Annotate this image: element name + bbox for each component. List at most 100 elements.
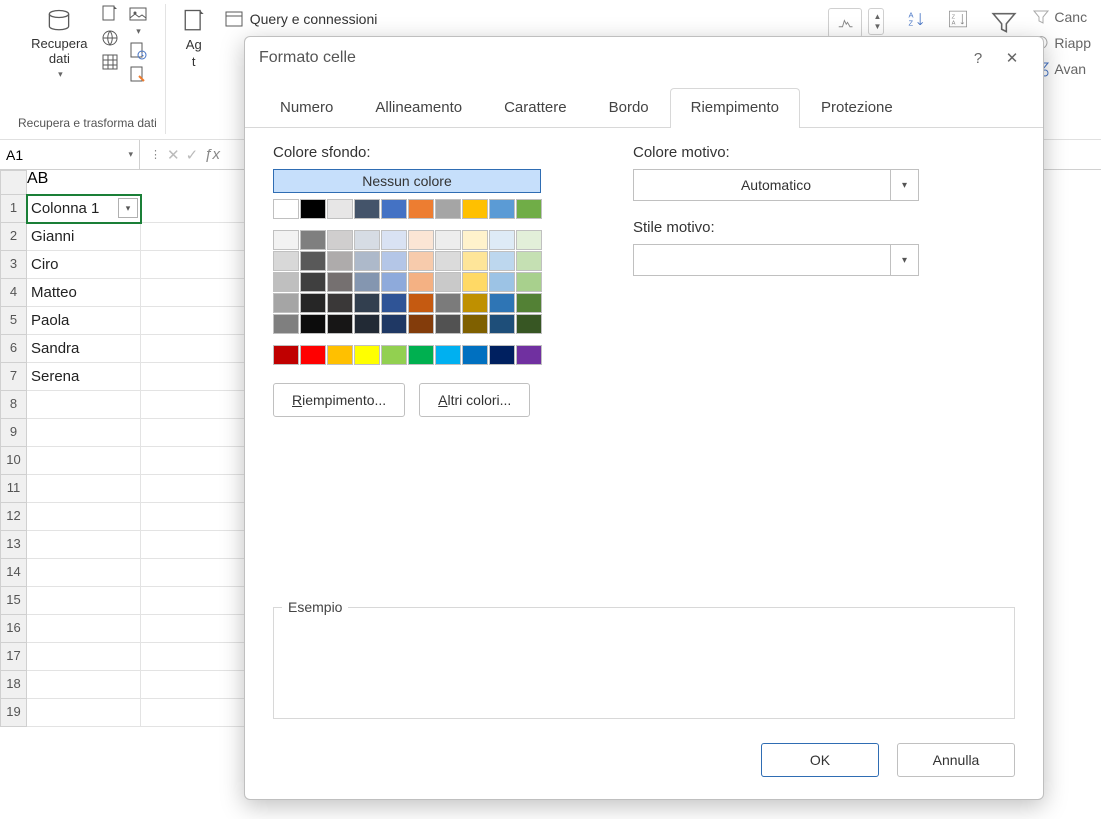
color-swatch[interactable] bbox=[408, 293, 434, 313]
from-picture-button[interactable]: ▾ bbox=[126, 4, 150, 37]
row-header[interactable]: 4 bbox=[0, 279, 27, 307]
color-swatch[interactable] bbox=[462, 345, 488, 365]
cell[interactable] bbox=[141, 195, 255, 223]
color-swatch[interactable] bbox=[327, 345, 353, 365]
recent-sources-button[interactable] bbox=[126, 41, 150, 61]
color-swatch[interactable] bbox=[354, 251, 380, 271]
refresh-all-button[interactable]: Ag t bbox=[174, 4, 214, 72]
color-swatch[interactable] bbox=[327, 230, 353, 250]
row-header[interactable]: 9 bbox=[0, 419, 27, 447]
get-data-button[interactable]: Recupera dati ▾ bbox=[25, 4, 93, 83]
cell[interactable] bbox=[27, 643, 141, 671]
color-swatch[interactable] bbox=[354, 345, 380, 365]
color-swatch[interactable] bbox=[435, 230, 461, 250]
cell[interactable] bbox=[141, 615, 255, 643]
row-header[interactable]: 2 bbox=[0, 223, 27, 251]
color-swatch[interactable] bbox=[516, 199, 542, 219]
color-swatch[interactable] bbox=[489, 345, 515, 365]
cell[interactable] bbox=[141, 363, 255, 391]
chevron-up-icon[interactable]: ▲ bbox=[873, 12, 881, 21]
color-swatch[interactable] bbox=[354, 293, 380, 313]
color-swatch[interactable] bbox=[462, 314, 488, 334]
cell[interactable] bbox=[141, 279, 255, 307]
color-swatch[interactable] bbox=[435, 199, 461, 219]
dialog-tab-numero[interactable]: Numero bbox=[259, 88, 354, 128]
cell[interactable] bbox=[141, 223, 255, 251]
filter-button[interactable] bbox=[984, 6, 1024, 40]
fx-button[interactable]: ƒx bbox=[204, 146, 220, 163]
color-swatch[interactable] bbox=[273, 293, 299, 313]
cell[interactable] bbox=[141, 699, 255, 727]
color-swatch[interactable] bbox=[462, 199, 488, 219]
cell[interactable] bbox=[141, 307, 255, 335]
from-table-button[interactable] bbox=[98, 52, 122, 72]
color-swatch[interactable] bbox=[273, 230, 299, 250]
dialog-tab-riempimento[interactable]: Riempimento bbox=[670, 88, 800, 128]
cell[interactable]: Matteo bbox=[27, 279, 141, 307]
row-header[interactable]: 19 bbox=[0, 699, 27, 727]
cell[interactable] bbox=[141, 587, 255, 615]
color-swatch[interactable] bbox=[381, 314, 407, 334]
color-swatch[interactable] bbox=[327, 314, 353, 334]
close-button[interactable]: ✕ bbox=[995, 43, 1029, 73]
row-header[interactable]: 13 bbox=[0, 531, 27, 559]
color-swatch[interactable] bbox=[273, 199, 299, 219]
column-header[interactable]: A bbox=[27, 170, 38, 195]
cell[interactable]: Colonna 1▾ bbox=[27, 195, 141, 223]
color-swatch[interactable] bbox=[408, 314, 434, 334]
cell[interactable] bbox=[27, 391, 141, 419]
row-header[interactable]: 14 bbox=[0, 559, 27, 587]
row-header[interactable]: 1 bbox=[0, 195, 27, 223]
ok-button[interactable]: OK bbox=[761, 743, 879, 777]
color-swatch[interactable] bbox=[327, 293, 353, 313]
color-swatch[interactable] bbox=[327, 199, 353, 219]
filter-dropdown-button[interactable]: ▾ bbox=[118, 198, 138, 218]
cell[interactable] bbox=[141, 559, 255, 587]
color-swatch[interactable] bbox=[273, 251, 299, 271]
row-header[interactable]: 16 bbox=[0, 615, 27, 643]
from-text-button[interactable] bbox=[98, 4, 122, 24]
column-header[interactable]: B bbox=[38, 170, 49, 195]
color-swatch[interactable] bbox=[381, 251, 407, 271]
color-swatch[interactable] bbox=[462, 293, 488, 313]
cell[interactable]: Gianni bbox=[27, 223, 141, 251]
from-web-button[interactable] bbox=[98, 28, 122, 48]
row-header[interactable]: 11 bbox=[0, 475, 27, 503]
color-swatch[interactable] bbox=[435, 251, 461, 271]
color-swatch[interactable] bbox=[435, 345, 461, 365]
color-swatch[interactable] bbox=[435, 272, 461, 292]
cell[interactable] bbox=[141, 419, 255, 447]
row-header[interactable]: 12 bbox=[0, 503, 27, 531]
existing-connections-button[interactable] bbox=[126, 65, 150, 85]
no-color-button[interactable]: Nessun colore bbox=[273, 169, 541, 193]
chevron-down-icon[interactable]: ▼ bbox=[873, 22, 881, 31]
color-swatch[interactable] bbox=[489, 293, 515, 313]
cell[interactable] bbox=[27, 531, 141, 559]
cell[interactable] bbox=[141, 643, 255, 671]
chevron-down-icon[interactable]: ▾ bbox=[128, 149, 133, 160]
color-swatch[interactable] bbox=[273, 314, 299, 334]
help-button[interactable]: ? bbox=[961, 43, 995, 73]
color-swatch[interactable] bbox=[516, 230, 542, 250]
color-swatch[interactable] bbox=[300, 230, 326, 250]
row-header[interactable]: 15 bbox=[0, 587, 27, 615]
color-swatch[interactable] bbox=[516, 251, 542, 271]
cancel-formula-button[interactable]: ✕ bbox=[167, 146, 180, 164]
color-swatch[interactable] bbox=[462, 251, 488, 271]
cell[interactable] bbox=[141, 503, 255, 531]
cell[interactable]: Paola bbox=[27, 307, 141, 335]
cancel-button[interactable]: Annulla bbox=[897, 743, 1015, 777]
cell[interactable]: Ciro bbox=[27, 251, 141, 279]
color-swatch[interactable] bbox=[381, 272, 407, 292]
color-swatch[interactable] bbox=[354, 199, 380, 219]
clear-filter-button[interactable]: Canc bbox=[1032, 8, 1091, 26]
color-swatch[interactable] bbox=[300, 272, 326, 292]
color-swatch[interactable] bbox=[300, 293, 326, 313]
color-swatch[interactable] bbox=[489, 314, 515, 334]
dialog-tab-bordo[interactable]: Bordo bbox=[588, 88, 670, 128]
color-swatch[interactable] bbox=[354, 230, 380, 250]
cell[interactable]: Sandra bbox=[27, 335, 141, 363]
color-swatch[interactable] bbox=[435, 293, 461, 313]
color-swatch[interactable] bbox=[300, 345, 326, 365]
color-swatch[interactable] bbox=[300, 199, 326, 219]
